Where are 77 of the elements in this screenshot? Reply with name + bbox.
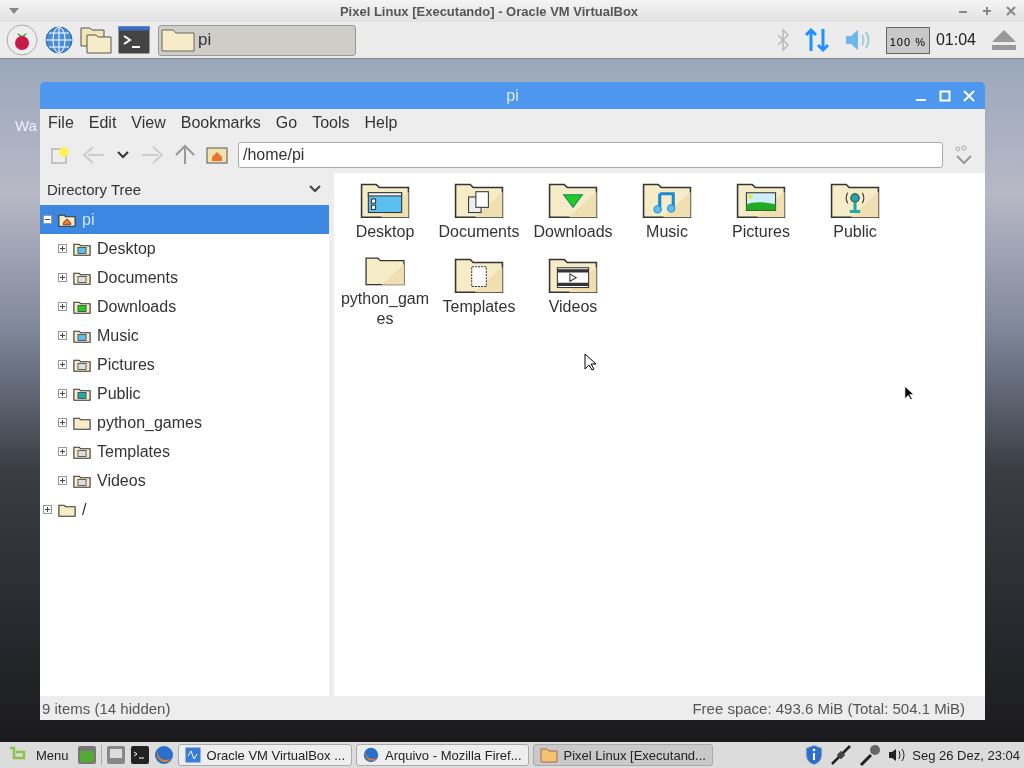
shield-info-icon[interactable] (804, 744, 825, 766)
folder-icon (73, 270, 91, 285)
menu-button[interactable]: Menu (4, 746, 73, 764)
cable-plug-icon[interactable] (830, 744, 853, 766)
menu-item[interactable]: File (48, 114, 74, 132)
folder-icon (58, 212, 76, 227)
free-space-text: Free space: 493.6 MiB (Total: 504.1 MiB) (692, 699, 965, 717)
go-icon[interactable] (953, 144, 975, 166)
taskbar-button[interactable]: Arquivo - Mozilla Firef... (356, 744, 529, 766)
close-icon[interactable] (1006, 6, 1016, 16)
expander-icon[interactable] (58, 447, 67, 456)
window-menu-icon[interactable] (8, 7, 20, 15)
taskbar-button[interactable]: pi (158, 24, 356, 56)
folder-icon (73, 415, 91, 430)
folder-icon (73, 357, 91, 372)
folder-item[interactable]: Videos (526, 254, 620, 329)
sidebar-title: Directory Tree (47, 180, 142, 198)
expander-icon[interactable] (58, 389, 67, 398)
chart-window-icon (184, 747, 201, 763)
folder-item[interactable]: Music (620, 179, 714, 254)
network-arrows-icon[interactable] (803, 27, 830, 53)
caret-icon[interactable] (116, 150, 130, 160)
menu-item[interactable]: View (131, 114, 166, 132)
home-icon[interactable] (206, 146, 228, 164)
menu-item[interactable]: Go (275, 114, 298, 132)
folder-item[interactable]: Documents (432, 179, 526, 254)
folder-item[interactable]: python_games (338, 254, 432, 329)
menu-item[interactable]: Help (364, 114, 398, 132)
folder-icon (161, 28, 195, 52)
up-icon[interactable] (174, 144, 196, 166)
terminal-icon[interactable] (129, 745, 150, 765)
menu-item[interactable]: Bookmarks (180, 114, 261, 132)
raspberry-icon[interactable] (6, 24, 38, 56)
desktop-label: Wa (15, 117, 37, 134)
path-field[interactable]: /home/pi (238, 142, 943, 168)
status-text: 9 items (14 hidden) (42, 699, 171, 717)
folder-icon (73, 299, 91, 314)
expander-icon[interactable] (58, 302, 67, 311)
globe-icon[interactable] (44, 25, 74, 55)
expander-icon[interactable] (58, 418, 67, 427)
taskbar-button[interactable]: Pixel Linux [Executand... (532, 744, 713, 766)
maximize-icon[interactable] (982, 6, 992, 16)
menu-item[interactable]: Edit (88, 114, 117, 132)
microphone-icon[interactable] (858, 743, 883, 767)
expander-icon[interactable] (58, 360, 67, 369)
expander-icon[interactable] (58, 273, 67, 282)
folder-icon (73, 386, 91, 401)
folder-item[interactable]: Public (808, 179, 902, 254)
folder-icon (73, 473, 91, 488)
folder-icon (73, 444, 91, 459)
folder-icon (58, 502, 76, 517)
expander-icon[interactable] (58, 244, 67, 253)
expander-icon[interactable] (58, 476, 67, 485)
volume-icon[interactable] (888, 747, 907, 763)
expander-icon[interactable] (58, 331, 67, 340)
mouse-pointer-icon (904, 385, 914, 401)
folder-item[interactable]: Desktop (338, 179, 432, 254)
window-title: Pixel Linux [Executando] - Oracle VM VirtualBox (338, 3, 640, 19)
clock: Seg 26 Dez, 23:04 (912, 747, 1020, 763)
folder-icon (73, 241, 91, 256)
folder-item[interactable]: Pictures (714, 179, 808, 254)
mouse-pointer-icon (584, 353, 596, 371)
folder-icon (73, 328, 91, 343)
taskbar-button[interactable]: Oracle VM VirtualBox ... (177, 744, 352, 766)
show-desktop-icon[interactable] (76, 745, 97, 765)
terminal-icon[interactable] (118, 26, 150, 54)
clock: 01:04 (935, 31, 976, 49)
eject-icon[interactable] (990, 28, 1018, 52)
cpu-monitor: 100 % (885, 26, 930, 54)
folder-icon (539, 747, 558, 763)
menu-item[interactable]: Tools (312, 114, 350, 132)
window-title: pi (506, 86, 519, 105)
folder-item[interactable]: Templates (432, 254, 526, 329)
dropdown-icon[interactable] (309, 185, 321, 193)
expander-icon[interactable] (43, 215, 52, 224)
folder-item[interactable]: Downloads (526, 179, 620, 254)
expander-icon[interactable] (43, 505, 52, 514)
